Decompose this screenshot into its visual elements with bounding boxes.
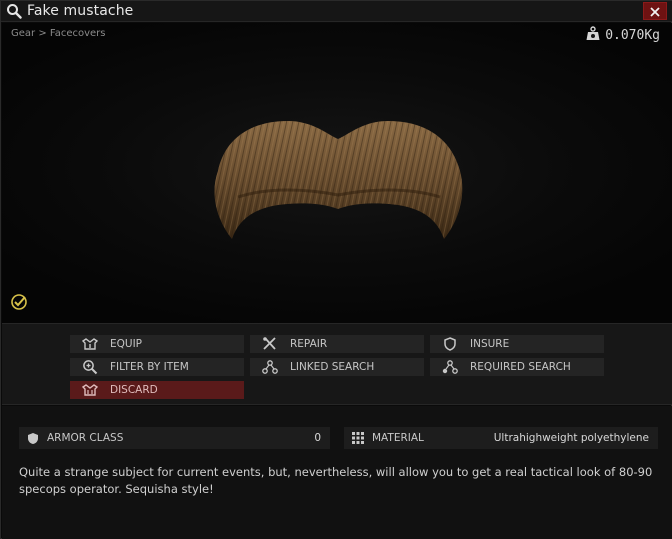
discard-label: DISCARD <box>110 384 158 396</box>
repair-label: REPAIR <box>290 338 328 350</box>
material-attribute: MATERIAL Ultrahighweight polyethylene <box>344 427 658 449</box>
weight-display: 0.070Kg <box>586 26 660 45</box>
linked-search-label: LINKED SEARCH <box>290 361 375 373</box>
item-description: Quite a strange subject for current even… <box>19 465 653 496</box>
item-info-panel: ARMOR CLASS 0 MATERIAL Ultrahighweight p… <box>2 406 672 539</box>
close-icon <box>650 2 660 21</box>
linked-search-button[interactable]: LINKED SEARCH <box>250 358 424 376</box>
armor-class-attribute: ARMOR CLASS 0 <box>19 427 330 449</box>
required-search-label: REQUIRED SEARCH <box>470 361 571 373</box>
weight-icon <box>586 26 600 45</box>
required-search-button[interactable]: REQUIRED SEARCH <box>430 358 604 376</box>
mustache-image[interactable] <box>198 101 478 251</box>
discard-button[interactable]: DISCARD <box>70 381 244 399</box>
armor-shield-icon <box>19 427 47 449</box>
armor-class-value: 0 <box>314 432 321 444</box>
item-preview: Gear > Facecovers 0.070Kg <box>2 23 672 323</box>
magnifier-plus-icon <box>70 358 110 376</box>
insure-button[interactable]: INSURE <box>430 335 604 353</box>
armor-class-label: ARMOR CLASS <box>47 432 124 444</box>
shield-icon <box>430 335 470 353</box>
required-nodes-icon <box>430 358 470 376</box>
context-actions: EQUIP REPAIR INSURE FILTER BY ITEM LINKE… <box>2 323 672 405</box>
search-icon <box>1 1 27 22</box>
equip-button[interactable]: EQUIP <box>70 335 244 353</box>
examined-checkmark-icon <box>10 293 28 311</box>
grid-icon <box>344 427 372 449</box>
title-bar[interactable]: Fake mustache <box>1 1 672 22</box>
close-button[interactable] <box>643 2 667 20</box>
weight-value: 0.070Kg <box>605 28 660 43</box>
equip-label: EQUIP <box>110 338 143 350</box>
discard-icon <box>70 381 110 399</box>
item-inspect-window: Fake mustache Gear > Facecovers 0.070Kg <box>0 0 672 539</box>
material-value: Ultrahighweight polyethylene <box>493 432 649 444</box>
filter-by-item-button[interactable]: FILTER BY ITEM <box>70 358 244 376</box>
insure-label: INSURE <box>470 338 510 350</box>
window-title: Fake mustache <box>27 3 134 19</box>
breadcrumb: Gear > Facecovers <box>11 28 106 39</box>
repair-icon <box>250 335 290 353</box>
material-label: MATERIAL <box>372 432 424 444</box>
linked-nodes-icon <box>250 358 290 376</box>
repair-button[interactable]: REPAIR <box>250 335 424 353</box>
equip-icon <box>70 335 110 353</box>
filter-by-item-label: FILTER BY ITEM <box>110 361 189 373</box>
